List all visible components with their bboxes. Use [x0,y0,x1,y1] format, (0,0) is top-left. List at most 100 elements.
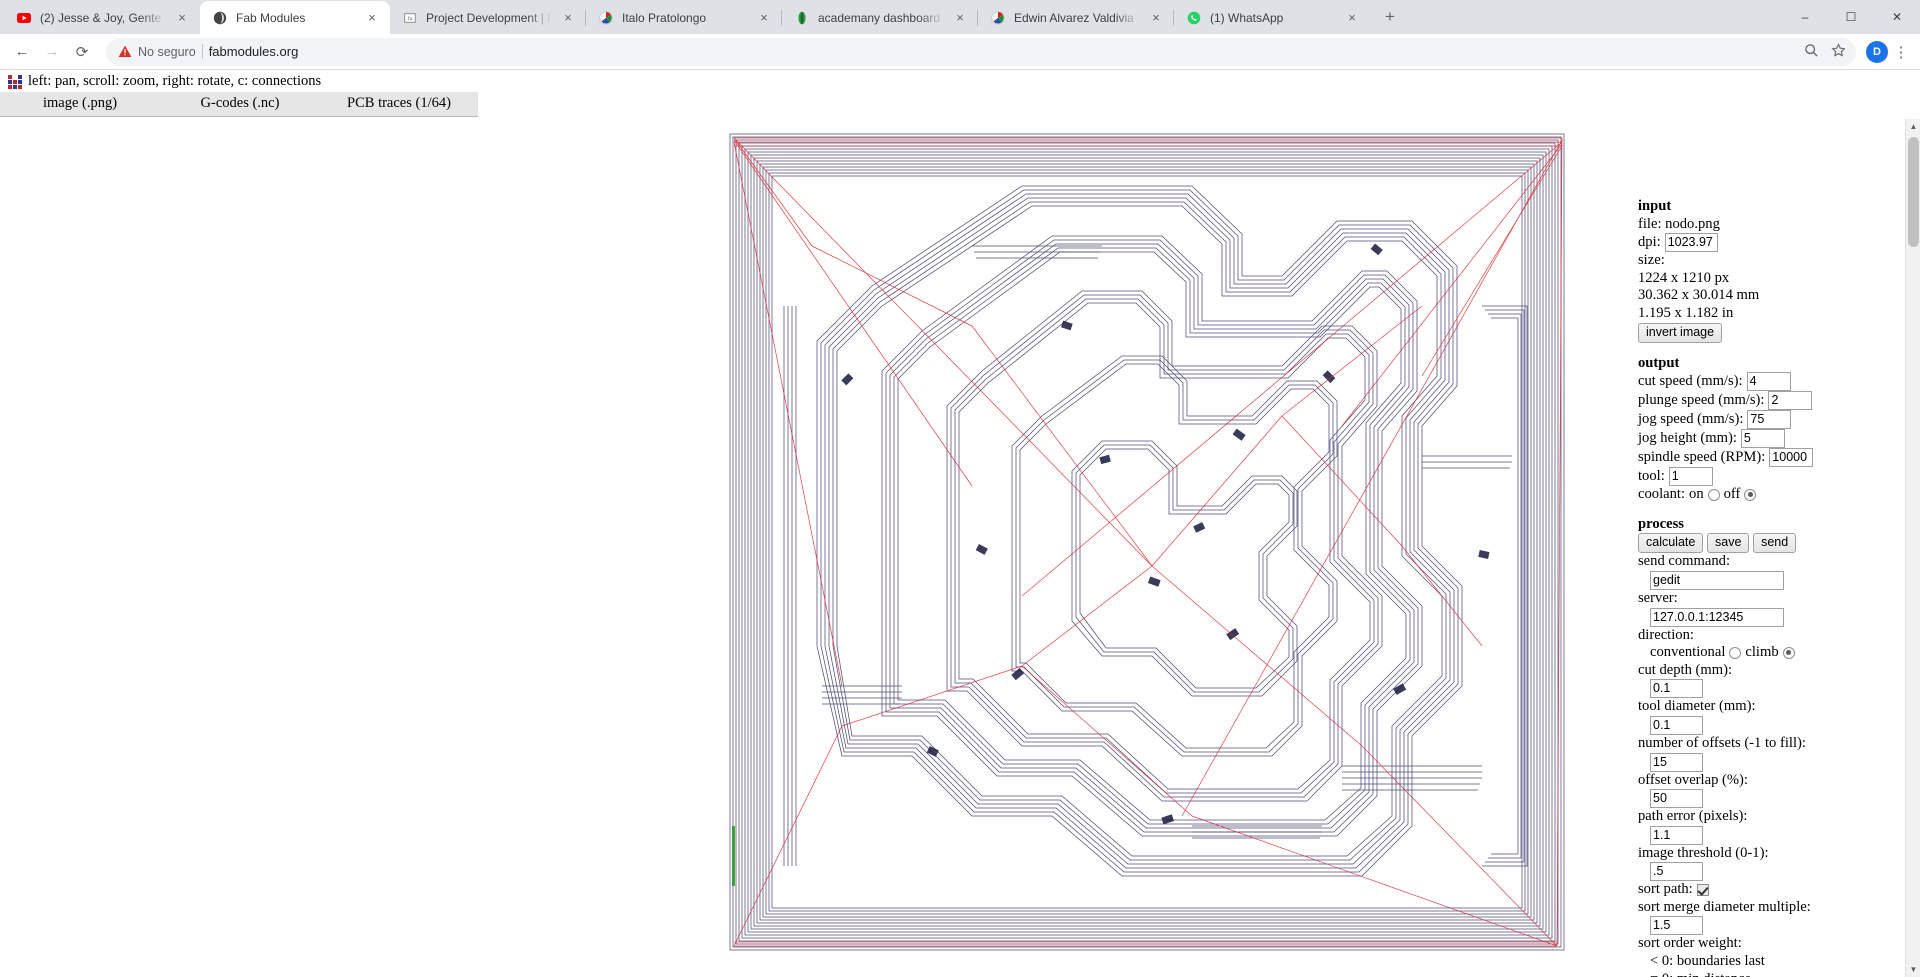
path-error-input[interactable]: 1.1 [1650,825,1703,845]
browser-tab-fab-modules[interactable]: Fab Modules × [200,1,390,34]
coolant-on-label: on [1689,486,1704,503]
invert-image-button[interactable]: invert image [1638,322,1723,343]
plunge-speed-input[interactable]: 2 [1768,391,1813,411]
omnibox-actions [1804,38,1846,66]
cut-depth-input[interactable]: 0.1 [1650,679,1703,699]
new-tab-button[interactable]: + [1376,3,1404,31]
reload-icon[interactable]: ⟳ [68,38,96,66]
tool-input[interactable]: 1 [1668,467,1713,487]
tab-image-png[interactable]: image (.png) [0,92,160,116]
window-close-button[interactable]: ✕ [1874,0,1920,34]
page-content: left: pan, scroll: zoom, right: rotate, … [0,70,1920,977]
spindle-speed-input[interactable]: 10000 [1769,448,1814,468]
send-command-label: send command: [1638,553,1731,570]
page-scrollbar[interactable]: ▲ ▼ [1905,119,1920,977]
server-input[interactable]: 127.0.0.1:12345 [1650,607,1784,627]
save-button[interactable]: save [1707,533,1750,554]
direction-label: direction: [1638,626,1694,643]
dpi-row: dpi: 1023.97 [1638,233,1910,253]
close-icon[interactable]: × [364,10,380,26]
direction-conventional-radio[interactable] [1729,646,1742,659]
forward-icon[interactable]: → [38,38,66,66]
sort-merge-label: sort merge diameter multiple: [1638,898,1811,915]
tool-diameter-input[interactable]: 0.1 [1650,715,1703,735]
image-threshold-input[interactable]: .5 [1650,862,1703,882]
sort-path-checkbox[interactable] [1696,884,1709,897]
close-icon[interactable]: × [756,10,772,26]
offsets-input[interactable]: 15 [1650,752,1703,772]
close-icon[interactable]: × [1148,10,1164,26]
close-icon[interactable]: × [952,10,968,26]
calculate-button[interactable]: calculate [1638,533,1704,554]
toolpath-plot[interactable] [722,126,1590,976]
book-icon: fa [402,10,418,26]
tool-row: tool: 1 [1638,467,1910,487]
tab-pcb-traces[interactable]: PCB traces (1/64) [320,92,478,116]
star-icon[interactable] [1831,42,1846,61]
sort-merge-input[interactable]: 1.5 [1650,916,1703,936]
jog-speed-label: jog speed (mm/s): [1638,410,1744,427]
jog-speed-input[interactable]: 75 [1747,410,1792,430]
coolant-row: coolant: on off [1638,486,1910,504]
offset-overlap-input[interactable]: 50 [1650,789,1703,809]
tab-g-codes-nc[interactable]: G-codes (.nc) [160,92,320,116]
avatar[interactable]: D [1866,40,1888,63]
browser-toolbar: ← → ⟳ No seguro fabmodules.org D ⋮ [0,34,1920,70]
sort-order-hint-1: < 0: boundaries last [1650,953,1765,970]
coolant-on-radio[interactable] [1707,488,1720,501]
coolant-off-label: off [1723,486,1741,503]
path-error-row: 1.1 [1638,825,1910,845]
send-command-input[interactable]: gedit [1650,570,1784,590]
cut-speed-input[interactable]: 4 [1746,372,1791,392]
path-error-label: path error (pixels): [1638,808,1748,825]
fabacademy-icon [598,10,614,26]
maximize-button[interactable]: ☐ [1828,0,1874,34]
jog-height-row: jog height (mm): 5 [1638,429,1910,449]
spindle-speed-row: spindle speed (RPM): 10000 [1638,448,1910,468]
toolpath-viewer[interactable] [0,119,1613,977]
browser-tab-label: (2) Jesse & Joy, Gente de Zona - [40,10,166,25]
direction-climb-radio[interactable] [1782,646,1795,659]
scroll-up-icon[interactable]: ▲ [1906,119,1920,134]
browser-tab-youtube[interactable]: (2) Jesse & Joy, Gente de Zona - × [4,1,200,34]
offset-overlap-label: offset overlap (%): [1638,771,1748,788]
close-icon[interactable]: × [560,10,576,26]
fabacademy-icon [990,10,1006,26]
image-threshold-row: .5 [1638,862,1910,882]
minimize-button[interactable]: – [1782,0,1828,34]
coolant-off-radio[interactable] [1744,488,1757,501]
sort-merge-row: 1.5 [1638,916,1910,936]
browser-tab-label: (1) WhatsApp [1210,10,1284,25]
browser-tab-whatsapp[interactable]: (1) WhatsApp × [1173,1,1370,34]
jog-height-input[interactable]: 5 [1740,429,1785,449]
browser-tab-italo-pratolongo[interactable]: Italo Pratolongo × [585,1,782,34]
browser-window: (2) Jesse & Joy, Gente de Zona - × Fab M… [0,0,1920,977]
close-icon[interactable]: × [1344,10,1360,26]
address-bar[interactable]: No seguro fabmodules.org [106,37,1856,66]
kebab-menu-icon[interactable]: ⋮ [1890,43,1912,61]
cut-depth-row: 0.1 [1638,679,1910,699]
plunge-speed-label: plunge speed (mm/s): [1638,391,1765,408]
browser-tab-project-development[interactable]: fa Project Development | Fab Acade × [390,1,586,34]
invert-image-row: invert image [1638,322,1910,343]
back-icon[interactable]: ← [8,38,36,66]
size-in: 1.195 x 1.182 in [1638,304,1734,321]
size-mm: 30.362 x 30.014 mm [1638,287,1760,304]
dpi-input[interactable]: 1023.97 [1664,233,1718,253]
coolant-label: coolant: [1638,486,1686,503]
not-secure-warning-icon [118,45,132,58]
toolpath-svg [722,126,1590,976]
module-tab-bar: image (.png) G-codes (.nc) PCB traces (1… [0,92,478,117]
scroll-down-icon[interactable]: ▼ [1906,962,1920,977]
browser-tab-label: Fab Modules [236,10,306,25]
browser-tab-academany-dashboard[interactable]: academany dashboard × [781,1,978,34]
spindle-speed-label: spindle speed (RPM): [1638,448,1766,465]
browser-tab-edwin-alvarez-valdivia[interactable]: Edwin Alvarez Valdivia × [977,1,1174,34]
browser-tab-label: Italo Pratolongo [622,10,707,25]
browser-tab-label: Edwin Alvarez Valdivia [1014,10,1134,25]
search-magnifier-icon[interactable] [1804,43,1819,61]
scrollbar-thumb[interactable] [1908,137,1919,247]
close-icon[interactable]: × [174,10,190,26]
output-heading: output [1638,354,1680,371]
send-button[interactable]: send [1753,533,1797,554]
